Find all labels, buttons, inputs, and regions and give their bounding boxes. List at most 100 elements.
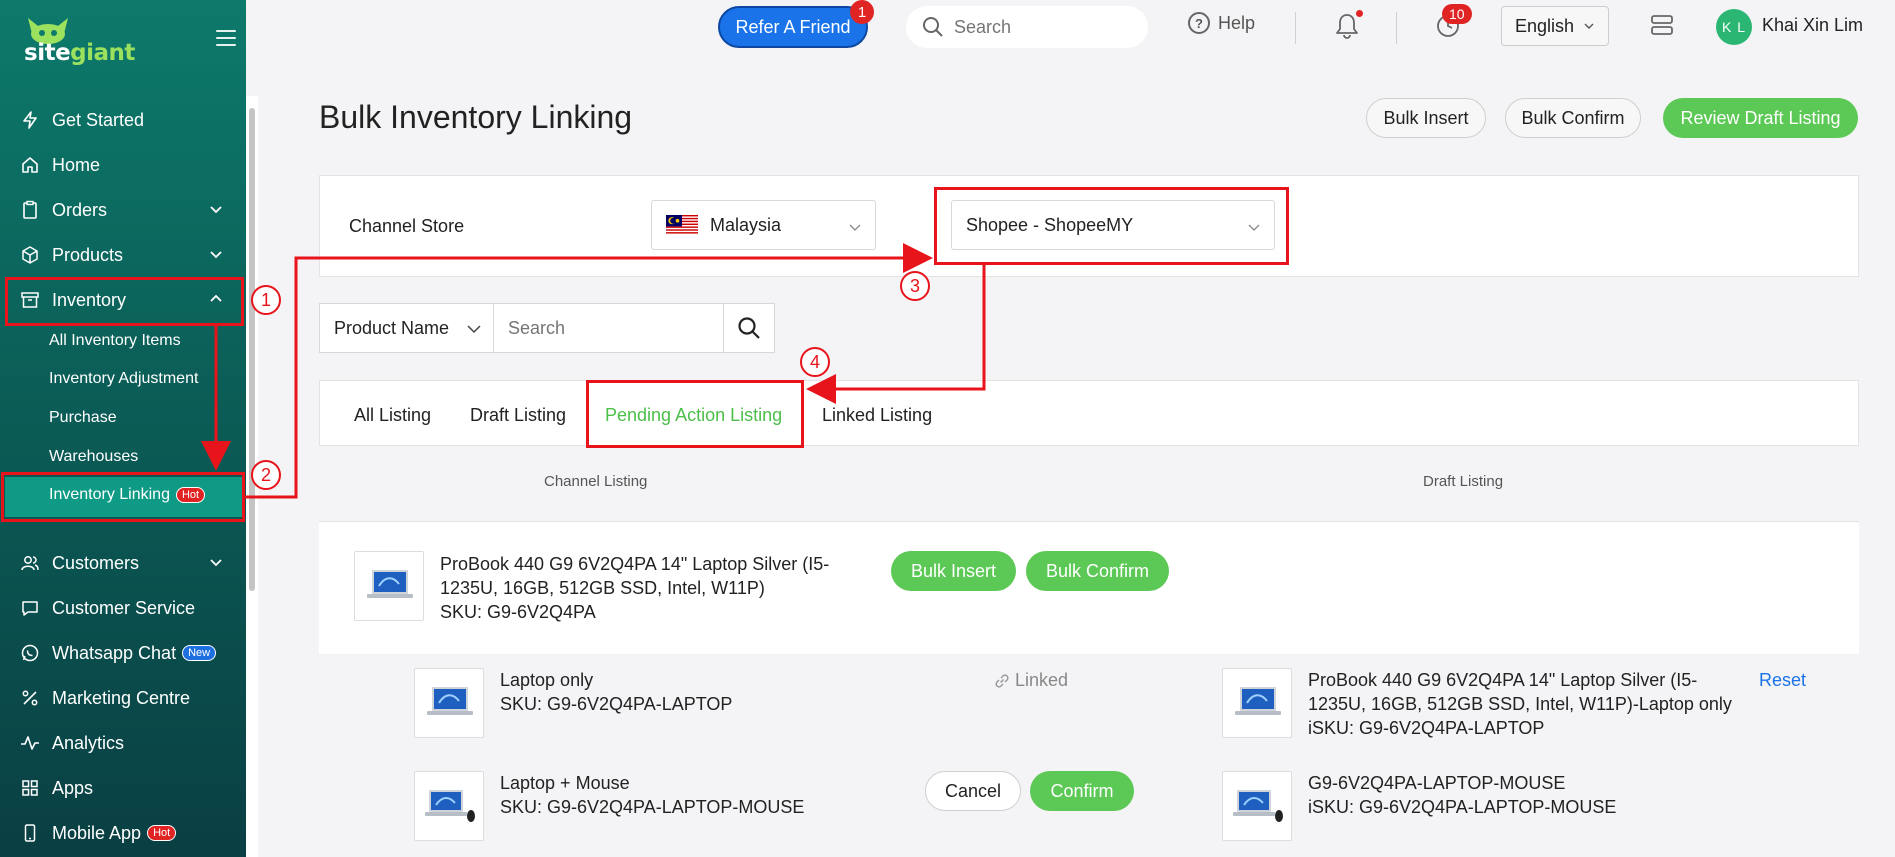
divider xyxy=(1295,12,1296,44)
sidebar-item-label: Mobile App xyxy=(52,822,142,843)
sidebar-item-customer-service[interactable]: Customer Service xyxy=(0,588,246,628)
page-title: Bulk Inventory Linking xyxy=(319,99,633,135)
language-select[interactable]: English xyxy=(1501,6,1609,46)
linked-label: Linked xyxy=(1015,670,1069,690)
sidebar-item-marketing-centre[interactable]: Marketing Centre xyxy=(0,678,246,718)
variant-sku: SKU: G9-6V2Q4PA-LAPTOP xyxy=(500,694,733,714)
refer-a-friend-button[interactable]: Refer A Friend xyxy=(718,6,868,48)
grid-icon xyxy=(20,778,40,798)
country-value: Malaysia xyxy=(710,214,782,235)
column-headers: Channel Listing Draft Listing xyxy=(319,446,1859,522)
tab-draft-listing[interactable]: Draft Listing xyxy=(470,405,566,426)
help-link[interactable]: ? Help xyxy=(1188,12,1255,34)
channel-store-label: Channel Store xyxy=(349,216,465,236)
product-filter: Product Name xyxy=(319,303,775,353)
sidebar-item-mobile-app[interactable]: Mobile App Hot xyxy=(0,813,246,853)
sidebar-item-orders[interactable]: Orders xyxy=(0,190,246,230)
user-name[interactable]: Khai Xin Lim xyxy=(1762,15,1863,36)
logo-text: sitegiant xyxy=(24,40,135,66)
filter-field-value: Product Name xyxy=(334,317,450,338)
product-name-line2: 1235U, 16GB, 512GB SSD, Intel, W11P) xyxy=(440,578,765,598)
annotation-step-4: 4 xyxy=(800,347,830,377)
new-badge: New xyxy=(182,645,217,661)
sidebar-item-label: Home xyxy=(52,154,101,175)
sidebar-item-label: Apps xyxy=(52,777,94,798)
annotation-step-3: 3 xyxy=(900,271,930,301)
sidebar-item-label: Marketing Centre xyxy=(52,687,191,708)
row-bulk-insert-button[interactable]: Bulk Insert xyxy=(891,551,1016,591)
annotation-step-1: 1 xyxy=(251,285,281,315)
cancel-button[interactable]: Cancel xyxy=(925,771,1021,811)
annotation-box-pending-tab xyxy=(586,380,804,448)
filter-search-button[interactable] xyxy=(724,304,774,352)
link-icon xyxy=(995,673,1009,688)
variant-name: Laptop only xyxy=(500,670,594,690)
bulk-confirm-button[interactable]: Bulk Confirm xyxy=(1505,98,1641,138)
sidebar-subitem-warehouses[interactable]: Warehouses xyxy=(49,448,138,466)
whatsapp-icon xyxy=(20,643,40,663)
refer-badge: 1 xyxy=(850,0,874,24)
tab-all-listing[interactable]: All Listing xyxy=(354,405,431,426)
column-channel-listing: Channel Listing xyxy=(544,473,648,490)
row-bulk-confirm-button[interactable]: Bulk Confirm xyxy=(1026,551,1169,591)
bulk-insert-button[interactable]: Bulk Insert xyxy=(1366,98,1486,138)
variant-sku: SKU: G9-6V2Q4PA-LAPTOP-MOUSE xyxy=(500,797,805,817)
home-icon xyxy=(20,155,40,175)
chevron-down-icon xyxy=(210,251,222,259)
review-draft-listing-button[interactable]: Review Draft Listing xyxy=(1663,98,1858,138)
sidebar-item-customers[interactable]: Customers xyxy=(0,543,246,583)
draft-thumbnail xyxy=(1222,771,1292,841)
clipboard-icon xyxy=(20,200,40,220)
sidebar-subitem-inventory-adjustment[interactable]: Inventory Adjustment xyxy=(49,370,198,388)
sidebar-item-get-started[interactable]: Get Started xyxy=(0,100,246,140)
sidebar-scrollbar-thumb[interactable] xyxy=(249,108,255,591)
sitegiant-logo[interactable]: sitegiant xyxy=(24,18,135,68)
sidebar-item-apps[interactable]: Apps xyxy=(0,768,246,808)
sidebar: sitegiant Get Started Home Orders Produc… xyxy=(0,0,246,857)
search-icon xyxy=(923,17,943,37)
sidebar-subitem-purchase[interactable]: Purchase xyxy=(49,409,117,427)
laptop-image xyxy=(427,687,473,715)
laptop-image xyxy=(367,570,413,598)
product-thumbnail xyxy=(354,551,424,621)
filter-search-input[interactable] xyxy=(494,304,724,352)
reset-link[interactable]: Reset xyxy=(1759,670,1806,691)
annotation-step-2: 2 xyxy=(251,460,281,490)
phone-icon xyxy=(20,823,40,843)
confirm-button[interactable]: Confirm xyxy=(1030,771,1134,811)
global-search-input[interactable] xyxy=(954,16,1124,38)
global-search[interactable] xyxy=(906,6,1148,48)
notification-dot xyxy=(1356,10,1363,17)
annotation-box-inventory-linking xyxy=(1,472,245,522)
draft-sku: iSKU: G9-6V2Q4PA-LAPTOP xyxy=(1308,718,1545,738)
bell-icon[interactable] xyxy=(1334,12,1360,40)
sidebar-item-label: Orders xyxy=(52,199,108,220)
draft-sku: iSKU: G9-6V2Q4PA-LAPTOP-MOUSE xyxy=(1308,797,1617,817)
sidebar-item-label: Customer Service xyxy=(52,597,196,618)
chevron-down-icon xyxy=(849,224,861,231)
draft-name-line1: ProBook 440 G9 6V2Q4PA 14" Laptop Silver… xyxy=(1308,670,1698,690)
variant-info: Laptop + Mouse SKU: G9-6V2Q4PA-LAPTOP-MO… xyxy=(500,771,804,819)
chevron-down-icon xyxy=(467,325,481,334)
sidebar-item-analytics[interactable]: Analytics xyxy=(0,723,246,763)
laptop-image xyxy=(1235,687,1281,715)
country-select[interactable]: Malaysia xyxy=(651,200,876,250)
filter-field-select[interactable]: Product Name xyxy=(320,304,494,352)
task-count-badge: 10 xyxy=(1442,4,1472,24)
variant-info: Laptop only SKU: G9-6V2Q4PA-LAPTOP xyxy=(500,668,732,716)
sidebar-item-label: Customers xyxy=(52,552,140,573)
sidebar-item-label: Products xyxy=(52,244,124,265)
sidebar-item-products[interactable]: Products xyxy=(0,235,246,275)
linked-status: Linked xyxy=(993,670,1068,691)
help-icon: ? xyxy=(1188,12,1210,34)
percent-icon xyxy=(20,688,40,708)
sidebar-subitem-all-inventory[interactable]: All Inventory Items xyxy=(49,332,181,350)
tab-linked-listing[interactable]: Linked Listing xyxy=(822,405,932,426)
menu-toggle-icon[interactable] xyxy=(216,30,236,46)
laptop-mouse-image xyxy=(1233,790,1283,822)
sidebar-item-home[interactable]: Home xyxy=(0,145,246,185)
sidebar-item-whatsapp-chat[interactable]: Whatsapp Chat New xyxy=(0,633,246,673)
avatar[interactable]: K L xyxy=(1716,9,1752,45)
stack-icon[interactable] xyxy=(1650,13,1674,37)
sidebar-item-label: Get Started xyxy=(52,109,145,130)
